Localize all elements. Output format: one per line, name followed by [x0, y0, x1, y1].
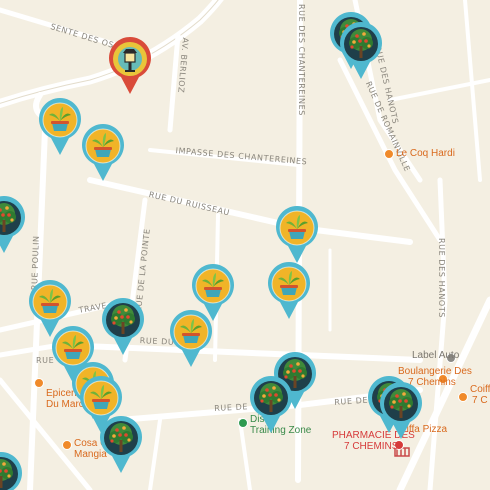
map-marker-lamp[interactable]	[107, 37, 153, 95]
fruit-tree-icon	[340, 22, 382, 79]
training-dot[interactable]	[238, 418, 248, 428]
map-marker-tree[interactable]	[338, 22, 384, 80]
poi-label-auto[interactable]: Label Auto	[412, 350, 459, 361]
map-canvas[interactable]: SENTE DES OSERAIES AV. BERLIOZ RUE DES C…	[0, 0, 490, 490]
restaurant-cosa-dot[interactable]	[62, 440, 72, 450]
fruit-tree-icon	[0, 452, 22, 490]
potted-plant-icon	[276, 206, 318, 263]
potted-plant-icon	[82, 124, 124, 181]
poi-coq-hardi[interactable]: Le Coq Hardi	[396, 148, 455, 159]
map-marker-planter[interactable]	[80, 124, 126, 182]
fruit-tree-icon	[102, 298, 144, 355]
map-marker-tree[interactable]	[0, 196, 27, 254]
potted-plant-icon	[39, 98, 81, 155]
map-marker-tree[interactable]	[248, 376, 294, 434]
map-marker-planter[interactable]	[168, 310, 214, 368]
map-marker-planter[interactable]	[274, 206, 320, 264]
map-marker-tree[interactable]	[100, 298, 146, 356]
poi-coiffeur-line2[interactable]: 7 C	[472, 395, 488, 406]
street-rue-de-fragment: RUE DE	[214, 402, 249, 413]
potted-plant-icon	[170, 310, 212, 367]
fruit-tree-icon	[380, 382, 422, 439]
coiffeur-dot[interactable]	[458, 392, 468, 402]
map-marker-planter[interactable]	[266, 262, 312, 320]
fruit-tree-icon	[250, 376, 292, 433]
street-lamp-icon	[109, 37, 151, 94]
map-marker-tree[interactable]	[98, 416, 144, 474]
street-rue-des-hanots-right: RUE DES HANOTS	[437, 238, 446, 318]
fruit-tree-icon	[0, 196, 25, 253]
street-rue-des-chantereines: RUE DES CHANTEREINES	[297, 4, 306, 116]
poi-coiffeur-line1[interactable]: Coiff	[470, 384, 490, 395]
fruit-tree-icon	[100, 416, 142, 473]
map-marker-planter[interactable]	[37, 98, 83, 156]
restaurant-dot[interactable]	[384, 149, 394, 159]
map-marker-tree[interactable]	[378, 382, 424, 440]
map-marker-tree[interactable]	[0, 452, 24, 490]
poi-pharmacie-line2[interactable]: 7 CHEMINS	[344, 441, 398, 452]
grocery-dot[interactable]	[34, 378, 44, 388]
potted-plant-icon	[268, 262, 310, 319]
